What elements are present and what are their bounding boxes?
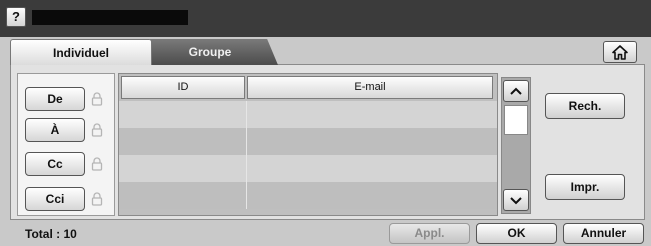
from-button[interactable]: De [25,87,85,111]
to-button[interactable]: À [25,118,85,142]
cc-button[interactable]: Cc [25,152,85,176]
scroll-thumb[interactable] [504,105,528,135]
scrollbar[interactable] [501,77,531,214]
table-row[interactable] [119,155,497,182]
top-bar: ? [0,0,651,37]
table-row[interactable] [119,182,497,209]
address-book-screen: ? Groupe Individuel De À Cc Cci ID E-mai… [0,0,651,246]
tab-groupe[interactable]: Groupe [142,39,278,65]
search-button[interactable]: Rech. [545,93,625,119]
chevron-down-icon [510,196,522,204]
table-row[interactable] [119,101,497,128]
chevron-up-icon [510,87,522,95]
scroll-up-button[interactable] [503,80,529,102]
ok-button[interactable]: OK [476,223,557,244]
lock-icon [91,157,103,171]
column-header-email[interactable]: E-mail [247,76,493,99]
tab-individuel[interactable]: Individuel [10,39,152,65]
help-button[interactable]: ? [6,7,26,27]
lock-icon [91,123,103,137]
column-header-id[interactable]: ID [121,76,245,99]
apply-button[interactable]: Appl. [389,223,470,244]
lock-icon [91,92,103,106]
lock-icon [91,192,103,206]
bcc-button[interactable]: Cci [25,187,85,211]
table-row[interactable] [119,128,497,155]
total-count: Total : 10 [25,227,77,241]
print-button[interactable]: Impr. [545,174,625,200]
address-table: ID E-mail [118,73,498,216]
home-button[interactable] [603,41,637,63]
scroll-down-button[interactable] [503,189,529,211]
home-icon [612,44,628,60]
cancel-button[interactable]: Annuler [563,223,644,244]
window-title [32,10,188,25]
